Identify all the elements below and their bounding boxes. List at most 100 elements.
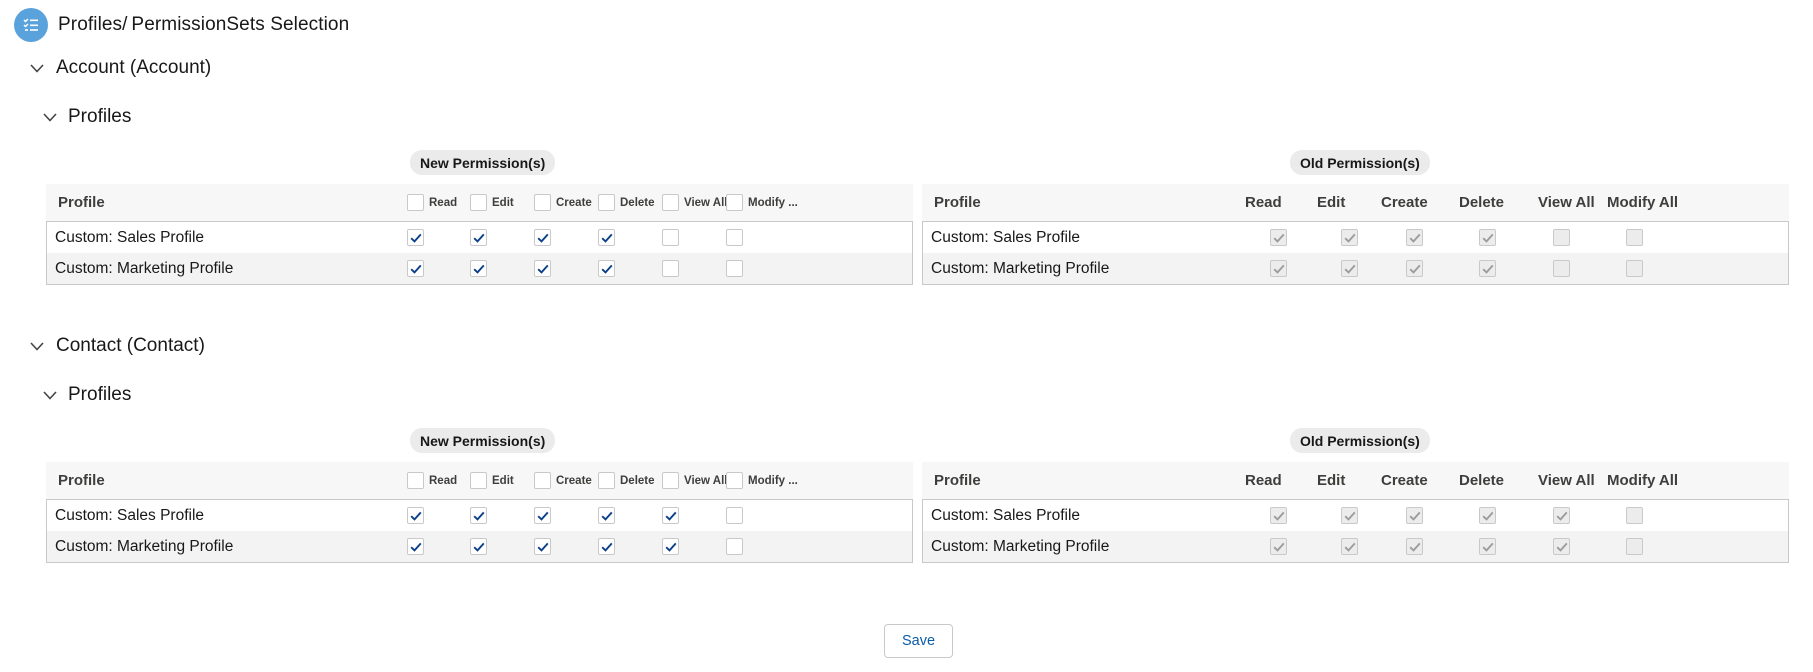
select-all-checkbox[interactable] [470,194,487,211]
permission-checkbox[interactable] [534,260,551,277]
permission-checkbox-cell [1626,538,1643,555]
select-all-checkbox[interactable] [534,194,551,211]
column-header-label: Create [556,196,592,209]
checkmark-icon [601,542,613,552]
profiles-section-toggle[interactable]: Profiles [40,102,131,132]
permission-checkbox[interactable] [662,260,679,277]
permission-checkbox[interactable] [726,507,743,524]
column-header-label: Edit [492,474,514,487]
permission-checkbox-cell [598,538,615,555]
permission-checkbox-cell [407,229,424,246]
permission-checkbox[interactable] [407,260,424,277]
permission-checkbox[interactable] [598,538,615,555]
permission-checkbox-disabled [1341,260,1358,277]
permission-checkbox-cell [1406,260,1423,277]
checkmark-icon [1409,542,1421,552]
checkmark-icon [537,233,549,243]
checkmark-icon [665,542,677,552]
profiles-section-toggle[interactable]: Profiles [40,380,131,410]
permission-checkbox-cell [470,507,487,524]
permission-checkbox[interactable] [726,229,743,246]
object-section-toggle[interactable]: Account (Account) [26,53,211,83]
column-header-label: Delete [1459,472,1505,489]
permission-checkbox-cell [598,260,615,277]
column-header-2: Create [1381,462,1428,499]
permission-checkbox[interactable] [534,507,551,524]
save-button[interactable]: Save [884,624,953,658]
select-all-checkbox[interactable] [662,194,679,211]
object-section-toggle[interactable]: Contact (Contact) [26,331,205,361]
column-header-3: Delete [598,184,655,221]
table-row: Custom: Marketing Profile [923,531,1788,562]
select-all-checkbox[interactable] [534,472,551,489]
permission-checkbox[interactable] [470,538,487,555]
permission-checkbox-disabled [1553,538,1570,555]
permission-checkbox[interactable] [662,507,679,524]
new-permissions-badge: New Permission(s) [410,150,556,175]
object-section-label: Account (Account) [56,57,212,78]
select-all-checkbox[interactable] [407,472,424,489]
permission-checkbox-disabled [1270,229,1287,246]
permission-checkbox-disabled [1341,538,1358,555]
permission-checkbox[interactable] [470,260,487,277]
select-all-checkbox[interactable] [470,472,487,489]
column-header-profile: Profile [934,194,981,211]
column-header-5: Modify All [1607,462,1678,499]
permission-checkbox[interactable] [726,538,743,555]
table-row: Custom: Marketing Profile [47,531,912,562]
table-body: Custom: Sales Profile Custom: Marketing … [922,221,1789,285]
permission-checkbox-cell [1553,507,1570,524]
checkmark-icon [601,511,613,521]
permission-checkbox-cell [726,507,743,524]
permission-checkbox-cell [598,507,615,524]
checkmark-icon [1344,511,1356,521]
select-all-checkbox[interactable] [726,472,743,489]
checkmark-icon [1344,542,1356,552]
checkmark-icon [1482,542,1494,552]
column-header-0: Read [407,462,457,499]
column-header-label: Modify ... [748,196,798,209]
new-permissions-badge: New Permission(s) [410,428,556,453]
permission-checkbox[interactable] [470,229,487,246]
column-header-profile: Profile [58,472,105,489]
old-permissions-badge: Old Permission(s) [1290,428,1430,453]
profile-name: Custom: Marketing Profile [931,537,1110,555]
permission-checkbox-disabled [1406,507,1423,524]
table-body: Custom: Sales Profile Custom: Marketing … [46,221,913,285]
column-header-4: View All [662,462,727,499]
column-header-2: Create [534,462,592,499]
permission-checkbox[interactable] [662,229,679,246]
checkmark-icon [1344,264,1356,274]
permission-checkbox[interactable] [662,538,679,555]
permission-checkbox[interactable] [407,538,424,555]
permission-checkbox[interactable] [534,538,551,555]
checkmark-icon [665,511,677,521]
checkmark-icon [410,511,422,521]
permission-checkbox[interactable] [598,507,615,524]
select-all-checkbox[interactable] [598,194,615,211]
select-all-checkbox[interactable] [726,194,743,211]
old-permissions-table: Profile Read Edit Create Delete View All… [922,462,1789,563]
table-row: Custom: Sales Profile [47,222,912,253]
table-row: Custom: Marketing Profile [923,253,1788,284]
profile-name: Custom: Marketing Profile [55,537,234,555]
checkmark-icon [410,542,422,552]
checkmark-icon [1273,511,1285,521]
column-header-3: Delete [1459,462,1504,499]
select-all-checkbox[interactable] [407,194,424,211]
permission-checkbox[interactable] [726,260,743,277]
permission-checkbox[interactable] [534,229,551,246]
checkmark-icon [473,542,485,552]
select-all-checkbox[interactable] [598,472,615,489]
permission-checkbox[interactable] [470,507,487,524]
permission-checkbox[interactable] [407,507,424,524]
column-header-0: Read [407,184,457,221]
table-row: Custom: Sales Profile [47,500,912,531]
permission-checkbox[interactable] [407,229,424,246]
column-header-3: Delete [1459,184,1504,221]
select-all-checkbox[interactable] [662,472,679,489]
profile-name: Custom: Marketing Profile [931,259,1110,277]
permission-checkbox[interactable] [598,260,615,277]
permission-checkbox[interactable] [598,229,615,246]
profile-name: Custom: Sales Profile [931,506,1081,524]
